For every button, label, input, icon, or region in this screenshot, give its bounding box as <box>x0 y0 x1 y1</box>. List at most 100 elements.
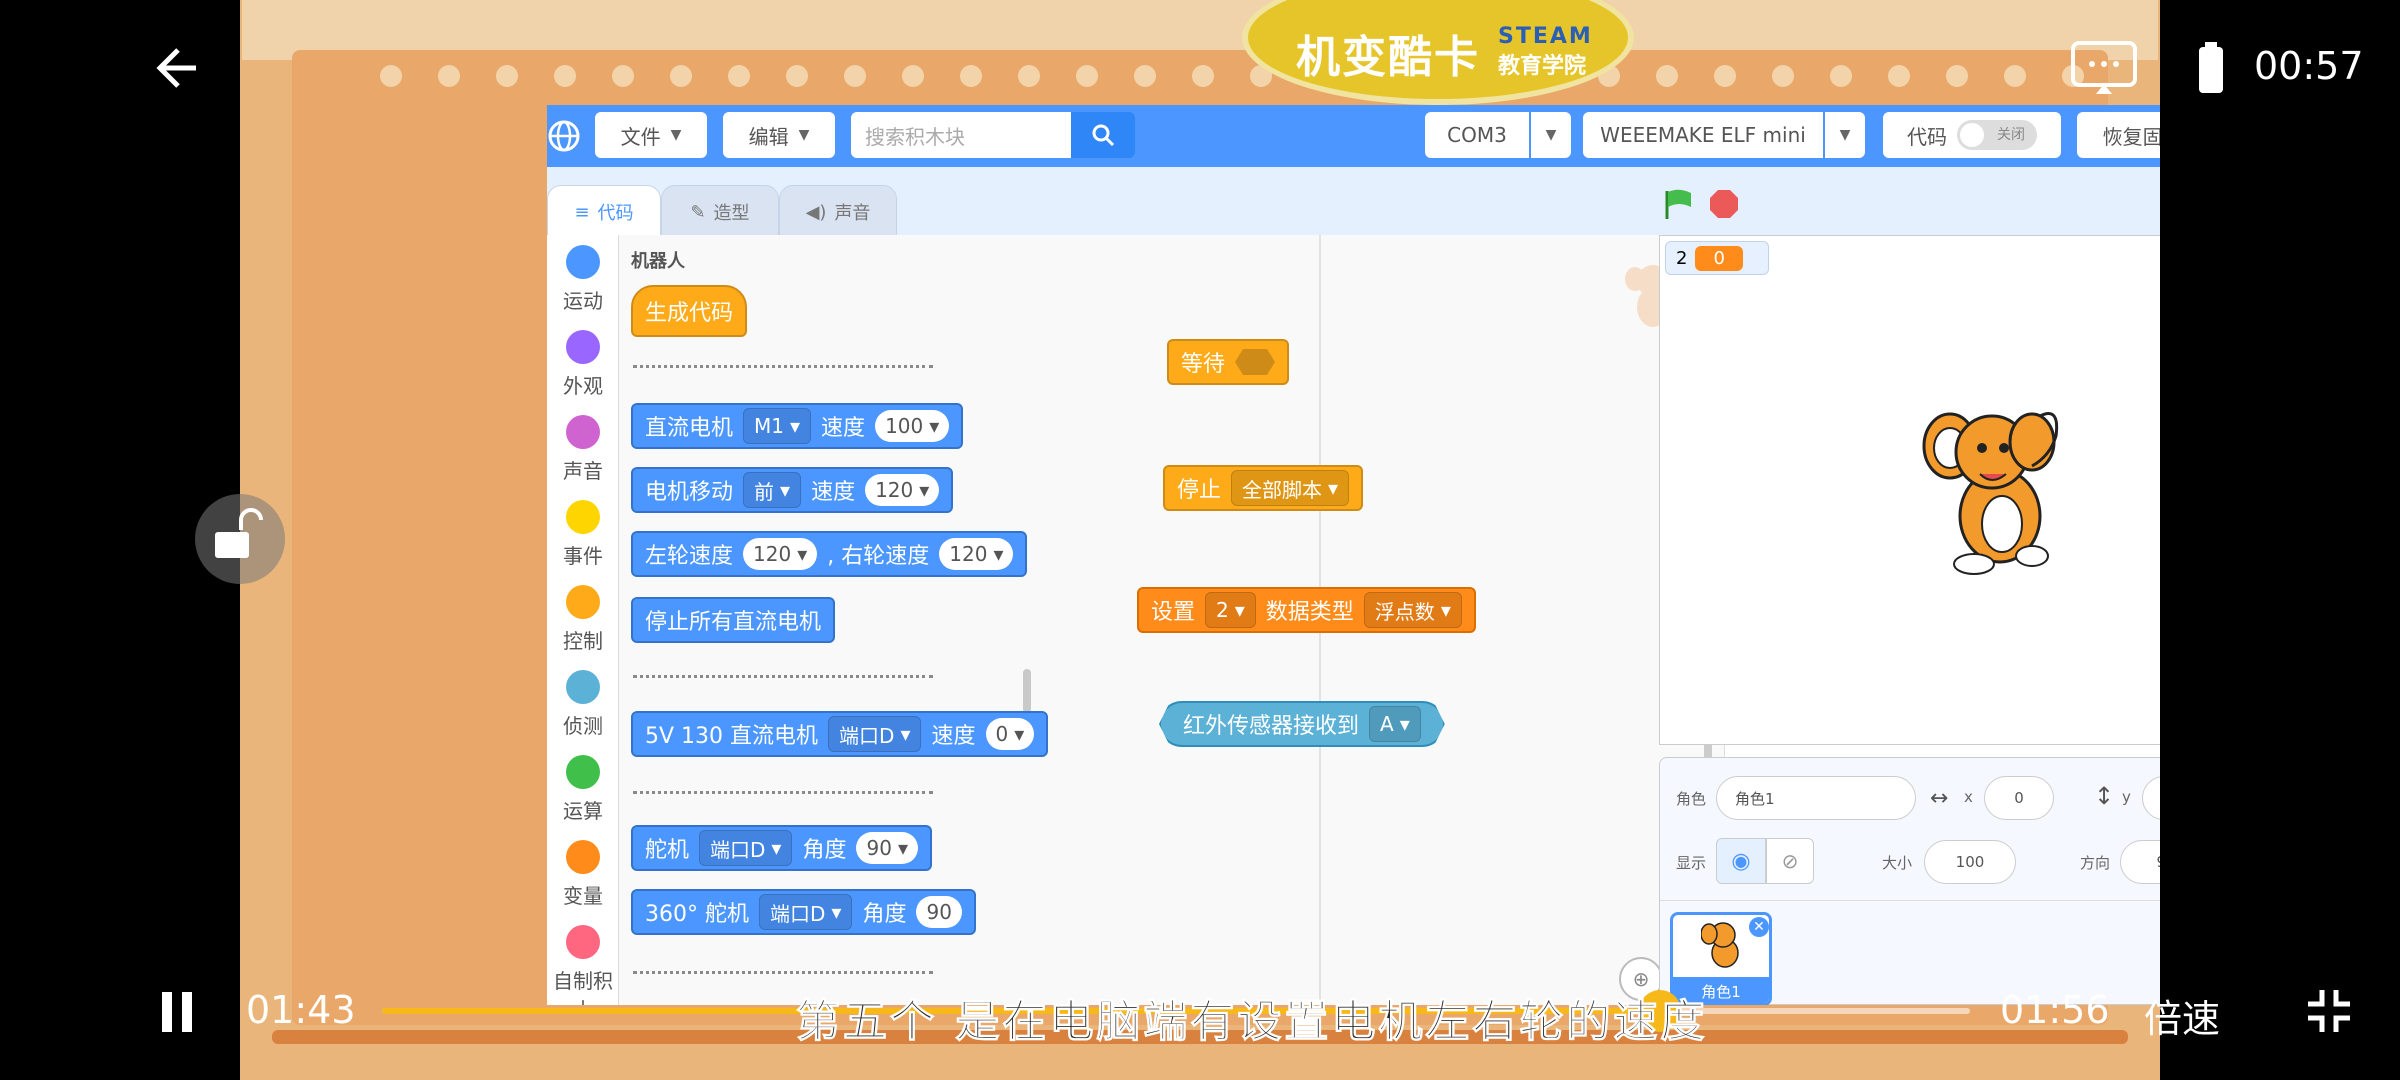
stop-block[interactable]: 停止 全部脚本 ▾ <box>1163 465 1364 511</box>
section-title: 机器人 <box>631 251 685 272</box>
right-speed-input[interactable]: 120 ▾ <box>939 538 1014 570</box>
port-dropdown[interactable]: 端口D ▾ <box>828 716 922 752</box>
direction-field[interactable]: 90 <box>2120 840 2160 884</box>
chevron-down-icon: ▼ <box>670 127 682 143</box>
generate-code-block[interactable]: 生成代码 <box>631 285 748 337</box>
board-pin <box>1018 65 1040 87</box>
palette-scrollbar[interactable] <box>1023 669 1031 713</box>
category-label: 运动 <box>563 289 603 313</box>
board-pin <box>670 65 692 87</box>
device-select[interactable]: WEEEMAKE ELF mini <box>1583 112 1823 158</box>
delete-sprite-icon[interactable]: ✕ <box>1749 917 1769 937</box>
y-label: y <box>2122 788 2131 806</box>
separator <box>633 971 933 974</box>
category-item[interactable]: 声音 <box>547 415 619 484</box>
speaker-icon: ◀) <box>805 201 827 223</box>
code-toggle[interactable]: 关闭 <box>1957 120 2037 150</box>
category-item[interactable]: 运动 <box>547 245 619 314</box>
port-dropdown[interactable]: 端口D ▾ <box>759 894 853 930</box>
category-item[interactable]: 事件 <box>547 500 619 569</box>
input-value: 100 <box>885 414 924 438</box>
angle-input[interactable]: 90 ▾ <box>856 832 918 864</box>
screen-lock-button[interactable] <box>195 494 285 584</box>
category-label: 运算 <box>563 799 603 823</box>
category-item[interactable]: 侦测 <box>547 670 619 739</box>
speed-input[interactable]: 120 ▾ <box>865 474 940 506</box>
motor-move-block[interactable]: 电机移动 前 ▾ 速度 120 ▾ <box>631 467 954 513</box>
variable-monitor[interactable]: 2 0 <box>1665 241 1769 275</box>
motor-5v-block[interactable]: 5V 130 直流电机 端口D ▾ 速度 0 ▾ <box>631 711 1049 757</box>
direction-dropdown[interactable]: 前 ▾ <box>743 472 802 508</box>
tab-sound-label: 声音 <box>834 203 871 224</box>
set-variable-block[interactable]: 设置 2 ▾ 数据类型 浮点数 ▾ <box>1137 587 1476 633</box>
servo-block[interactable]: 舵机 端口D ▾ 角度 90 ▾ <box>631 825 932 871</box>
angle-input[interactable]: 90 <box>916 896 962 928</box>
servo-360-block[interactable]: 360° 舵机 端口D ▾ 角度 90 <box>631 889 976 935</box>
x-field[interactable]: 0 <box>1984 776 2054 820</box>
variable-dropdown[interactable]: 2 ▾ <box>1205 592 1256 628</box>
block-label: 停止 <box>1177 478 1222 503</box>
code-toggle-label: 代码 <box>1907 124 1947 149</box>
category-item[interactable]: 外观 <box>547 330 619 399</box>
stop-all-motors-block[interactable]: 停止所有直流电机 <box>631 597 836 643</box>
speed-input[interactable]: 100 ▾ <box>875 410 950 442</box>
pause-icon[interactable] <box>160 990 194 1034</box>
y-field[interactable]: 0 <box>2142 776 2160 820</box>
wait-block[interactable]: 等待 <box>1167 339 1290 385</box>
key-dropdown[interactable]: A ▾ <box>1369 706 1421 742</box>
board-pin <box>960 65 982 87</box>
sprite-name-field[interactable]: 角色1 <box>1716 776 1916 820</box>
wheel-speed-block[interactable]: 左轮速度 120 ▾ , 右轮速度 120 ▾ <box>631 531 1028 577</box>
device-dropdown[interactable]: ▼ <box>1825 112 1865 158</box>
tab-code[interactable]: ≡ 代码 <box>547 185 661 238</box>
condition-slot[interactable] <box>1235 349 1276 375</box>
left-speed-input[interactable]: 120 ▾ <box>743 538 818 570</box>
category-item[interactable]: 变量 <box>547 840 619 909</box>
generate-code-label: 生成代码 <box>645 301 734 326</box>
category-label: 外观 <box>563 374 603 398</box>
block-label: 角度 <box>862 902 907 927</box>
port-dropdown[interactable]: M1 ▾ <box>743 408 812 444</box>
cast-icon[interactable] <box>2070 40 2138 94</box>
ir-sensor-block[interactable]: 红外传感器接收到 A ▾ <box>1159 701 1445 747</box>
exit-fullscreen-icon[interactable] <box>2306 988 2352 1034</box>
green-flag-icon[interactable] <box>1661 187 1695 221</box>
board-pin <box>1656 65 1678 87</box>
dropdown-value: 2 <box>1216 598 1229 622</box>
stop-option-dropdown[interactable]: 全部脚本 ▾ <box>1231 470 1350 506</box>
size-field[interactable]: 100 <box>1924 840 2016 884</box>
back-arrow-icon[interactable] <box>150 40 206 96</box>
restore-firmware-button[interactable]: 恢复固件▼ <box>2077 112 2160 158</box>
block-label: 速度 <box>931 724 976 749</box>
file-menu[interactable]: 文件 ▼ <box>595 112 707 158</box>
edit-menu[interactable]: 编辑 ▼ <box>723 112 835 158</box>
category-item[interactable]: 自制积木 <box>547 925 619 1005</box>
show-eye-icon[interactable]: ◉ <box>1716 838 1766 884</box>
dc-motor-block[interactable]: 直流电机 M1 ▾ 速度 100 ▾ <box>631 403 964 449</box>
block-search-input[interactable]: 搜索积木块 <box>851 112 1071 158</box>
block-label: , 右轮速度 <box>827 544 930 569</box>
tab-costume[interactable]: ✎ 造型 <box>661 185 779 239</box>
board-pin <box>1076 65 1098 87</box>
block-label: 5V 130 直流电机 <box>645 724 819 749</box>
block-label: 360° 舵机 <box>645 902 749 927</box>
category-item[interactable]: 运算 <box>547 755 619 824</box>
port-select[interactable]: COM3 <box>1425 112 1529 158</box>
tab-sound[interactable]: ◀) 声音 <box>779 185 897 239</box>
category-item[interactable]: 控制 <box>547 585 619 654</box>
port-dropdown[interactable]: ▼ <box>1531 112 1571 158</box>
stage[interactable] <box>1659 235 2160 745</box>
code-toggle-group: 代码 关闭 <box>1883 112 2061 158</box>
stop-icon[interactable] <box>1709 189 1739 219</box>
search-icon[interactable] <box>1071 112 1135 158</box>
subtitle: 第五个 是在电脑端有设置电机左右轮的速度 <box>795 996 1708 1048</box>
elephant-sprite[interactable] <box>1920 396 2070 576</box>
speed-input[interactable]: 0 ▾ <box>985 718 1035 750</box>
playback-speed-button[interactable]: 倍速 <box>2144 988 2220 1043</box>
board-pin <box>438 65 460 87</box>
category-dot-icon <box>566 500 600 534</box>
type-dropdown[interactable]: 浮点数 ▾ <box>1363 592 1462 628</box>
port-dropdown[interactable]: 端口D ▾ <box>699 830 793 866</box>
hide-eye-icon[interactable]: ⊘ <box>1766 838 1814 884</box>
globe-icon[interactable] <box>547 119 581 153</box>
